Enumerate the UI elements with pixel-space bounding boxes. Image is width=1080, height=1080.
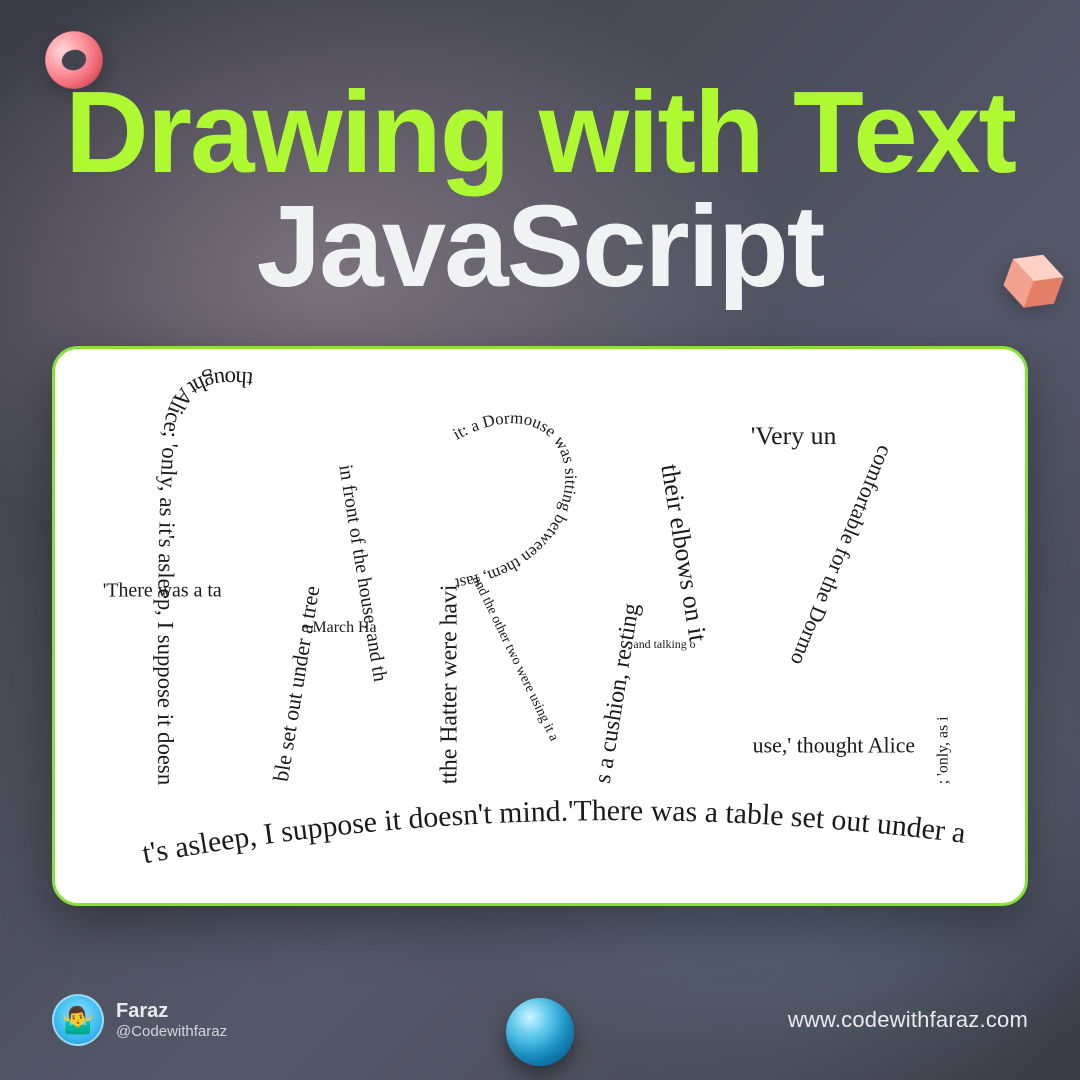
footer: 🤷‍♂️ Faraz @Codewithfaraz www.codewithfa… [52,994,1028,1046]
textpath-a2-left: s a cushion, resting [590,601,645,785]
svg-text:and the other two were using i: and the other two were using it a [469,574,561,744]
headline: Drawing with Text JavaScript [0,76,1080,303]
demo-canvas: thought Alice; 'only, as it's asleep, I … [52,346,1028,906]
textpath-z-top: 'Very un [751,421,837,450]
textpath-r-leg: and the other two were using it a [469,574,561,744]
textpath-z-bot: use,' thought Alice [753,734,915,758]
headline-line2: JavaScript [0,190,1080,304]
avatar-emoji: 🤷‍♂️ [62,1005,94,1036]
site-url: www.codewithfaraz.com [788,1007,1028,1033]
author-name: Faraz [116,1000,227,1023]
textpath-a2-bar: , and talking o [627,637,695,651]
avatar: 🤷‍♂️ [52,994,104,1046]
textpath-z-diag: comfortable for the Dormo [786,442,898,669]
svg-text:their elbows on it: their elbows on it [655,462,712,644]
textpath-r-stem: tthe Hatter were havi [436,584,462,784]
svg-text:'Very un: 'Very un [751,421,837,450]
svg-text:it: a Dormouse was sitting bet: it: a Dormouse was sitting between them,… [55,349,581,594]
svg-text:thought Alice; 'only, as it's: thought Alice; 'only, as it's asleep, I … [55,349,254,786]
svg-text:in front of the house, and th: in front of the house, and th [334,463,391,683]
headline-line1: Drawing with Text [0,76,1080,190]
svg-text:s a cushion, resting: s a cushion, resting [590,601,645,785]
svg-text:comfortable for the Dormo: comfortable for the Dormo [786,442,898,669]
textpath-a1-bar: e March Ha [301,619,376,636]
author-profile: 🤷‍♂️ Faraz @Codewithfaraz [52,994,227,1046]
svg-text:'There was a ta: 'There was a ta [103,579,222,601]
textpath-r-bowl: it: a Dormouse was sitting between them,… [55,349,581,594]
textpath-a2-right: their elbows on it [655,462,712,644]
textpath-z-side: ; 'only, as i [934,716,951,784]
textpath-a1-left: ble set out under a tree [269,584,325,783]
svg-text:use,' thought Alice: use,' thought Alice [753,734,915,758]
svg-text:, and talking o: , and talking o [627,637,695,651]
svg-text:ble set out under a tree: ble set out under a tree [269,584,325,783]
svg-text:tthe Hatter were havi: tthe Hatter were havi [436,584,462,784]
textpath-f-bar: 'There was a ta [103,579,222,601]
textpath-f-stem: thought Alice; 'only, as it's asleep, I … [55,349,254,786]
textpath-a1-right: in front of the house, and th [334,463,391,683]
author-handle: @Codewithfaraz [116,1023,227,1040]
svg-text:; 'only, as i: ; 'only, as i [934,716,951,784]
svg-text:e March Ha: e March Ha [301,619,376,636]
